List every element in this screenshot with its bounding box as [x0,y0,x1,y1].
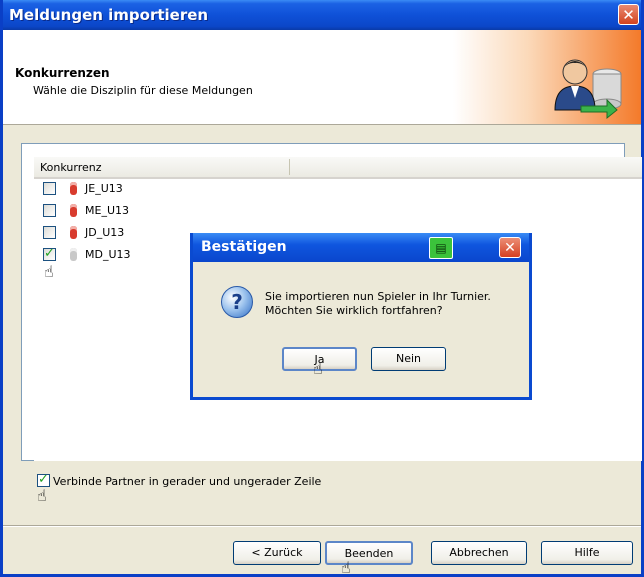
no-button[interactable]: Nein [371,347,446,371]
cancel-button[interactable]: Abbrechen [431,541,527,565]
dialog-close-button[interactable]: ✕ [499,237,521,258]
help-button[interactable]: Hilfe [541,541,633,565]
item-checkbox[interactable] [43,226,56,239]
item-checkbox[interactable] [43,204,56,217]
finish-button[interactable]: Beenden [325,541,413,565]
column-separator[interactable] [289,159,290,175]
item-label: JE_U13 [85,182,123,195]
footer-divider [3,525,641,527]
window-title: Meldungen importieren [9,6,209,24]
item-label: JD_U13 [85,226,125,239]
question-icon: ? [221,286,253,318]
confirm-dialog: Bestätigen ▤ ✕ ? Sie importieren nun Spi… [190,233,532,400]
header-title: Konkurrenzen [15,66,110,80]
item-label: MD_U13 [85,248,131,261]
database-icon [70,204,77,217]
database-icon [70,182,77,195]
back-button[interactable]: < Zurück [233,541,321,565]
database-icon [70,226,77,239]
printer-icon[interactable]: ▤ [429,237,453,259]
column-header-konkurrenz[interactable]: Konkurrenz [40,161,102,174]
hand-cursor-icon: ☝ [44,262,54,281]
item-label: ME_U13 [85,204,129,217]
item-checkbox[interactable] [43,182,56,195]
main-window: Meldungen importieren ✕ Konkurrenzen Wäh… [0,0,644,577]
database-icon [70,248,77,261]
pair-option-label[interactable]: Verbinde Partner in gerader und ungerade… [53,475,321,488]
window-close-button[interactable]: ✕ [618,4,639,25]
dialog-message-line2: Möchten Sie wirklich fortfahren? [265,304,443,317]
header-subtitle: Wähle die Disziplin für diese Meldungen [33,84,253,97]
hand-cursor-icon: ☝ [37,486,47,505]
hand-cursor-icon: ☝ [341,558,351,577]
dialog-title: Bestätigen [201,239,287,255]
list-header[interactable]: Konkurrenz [34,157,642,179]
dialog-message-line1: Sie importieren nun Spieler in Ihr Turni… [265,290,491,303]
hand-cursor-icon: ☝ [313,359,323,378]
dialog-titlebar[interactable]: Bestätigen ▤ ✕ [193,233,529,262]
user-database-icon [554,59,622,120]
item-checkbox[interactable] [43,246,56,261]
dialog-message: Sie importieren nun Spieler in Ihr Turni… [265,290,491,318]
window-titlebar[interactable]: Meldungen importieren ✕ [3,0,641,30]
